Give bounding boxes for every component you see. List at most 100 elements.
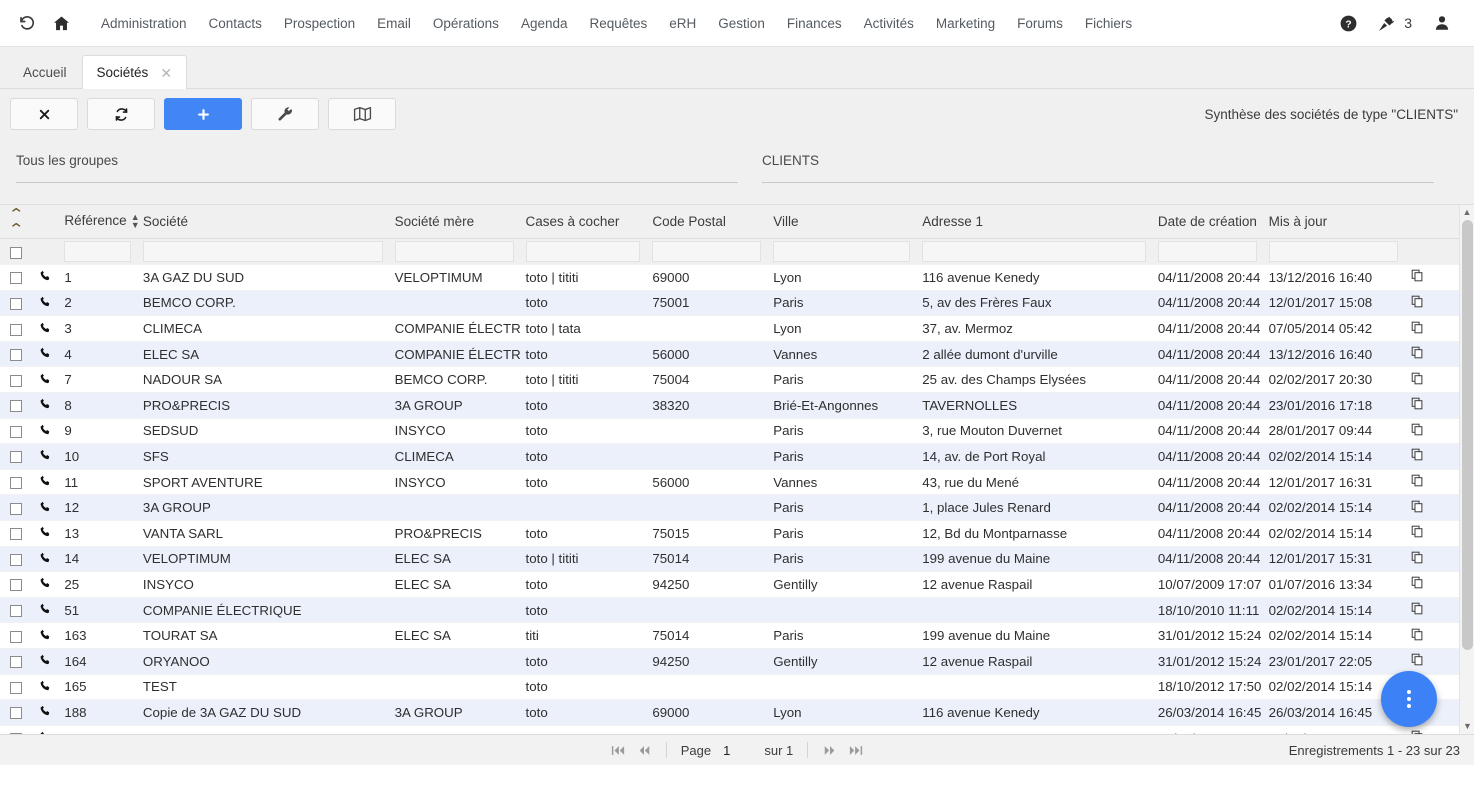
copy-icon[interactable] xyxy=(1410,627,1425,645)
row-checkbox[interactable] xyxy=(10,323,23,336)
header-cases-a-cocher[interactable]: Cases à cocher xyxy=(519,205,647,240)
copy-icon[interactable] xyxy=(1410,499,1425,517)
group-selector-all[interactable]: Tous les groupes xyxy=(16,143,738,183)
copy-icon[interactable] xyxy=(1410,345,1425,363)
row-checkbox[interactable] xyxy=(10,451,23,464)
tools-button[interactable] xyxy=(251,98,319,130)
phone-icon[interactable] xyxy=(39,578,52,592)
header-adresse[interactable]: Adresse 1 xyxy=(916,205,1152,240)
row-checkbox[interactable] xyxy=(10,528,23,541)
copy-icon[interactable] xyxy=(1410,396,1425,414)
phone-icon[interactable] xyxy=(39,501,52,516)
nav-link-requetes[interactable]: Requêtes xyxy=(578,10,658,37)
header-mis-a-jour[interactable]: Mis à jour xyxy=(1262,205,1404,240)
phone-icon[interactable] xyxy=(39,450,52,464)
header-ville[interactable]: Ville xyxy=(767,205,917,240)
filter-date-creation-input[interactable] xyxy=(1157,241,1257,263)
filter-ville-input[interactable] xyxy=(773,241,911,263)
row-checkbox[interactable] xyxy=(10,477,23,490)
phone-icon[interactable] xyxy=(39,271,52,285)
nav-link-contacts[interactable]: Contacts xyxy=(198,10,273,37)
filter-reference-input[interactable] xyxy=(64,241,131,263)
scroll-down-arrow[interactable]: ▼ xyxy=(1460,719,1474,734)
tab-societes[interactable]: Sociétés ✕ xyxy=(81,55,188,89)
phone-icon[interactable] xyxy=(39,347,52,362)
row-checkbox[interactable] xyxy=(10,349,23,362)
copy-icon[interactable] xyxy=(1410,320,1425,338)
collapse-rows-icon[interactable]: ⌃ ⌃ xyxy=(0,205,33,240)
row-checkbox[interactable] xyxy=(10,707,23,720)
table-row[interactable]: 25 INSYCO ELEC SA toto 94250 Gentilly 12 avenu… xyxy=(0,571,1459,598)
table-row[interactable]: 14 VELOPTIMUM ELEC SA toto | tititi 75014 Par… xyxy=(0,546,1459,573)
nav-link-marketing[interactable]: Marketing xyxy=(925,10,1006,37)
scroll-up-arrow[interactable]: ▲ xyxy=(1460,205,1474,220)
phone-icon[interactable] xyxy=(39,399,52,413)
table-row[interactable]: 9 SEDSUD INSYCO toto Paris 3, rue Mouton Duve… xyxy=(0,418,1459,445)
copy-icon[interactable] xyxy=(1410,447,1425,465)
header-societe-mere[interactable]: Société mère xyxy=(388,205,520,240)
phone-icon[interactable] xyxy=(39,603,52,618)
nav-link-gestion[interactable]: Gestion xyxy=(707,10,776,37)
scrollbar-thumb[interactable] xyxy=(1462,220,1473,650)
page-number-input[interactable]: 1 xyxy=(717,743,736,758)
group-selector-type[interactable]: CLIENTS xyxy=(762,143,1434,183)
phone-icon[interactable] xyxy=(39,552,52,567)
previous-page-button[interactable] xyxy=(632,739,656,761)
row-checkbox[interactable] xyxy=(10,579,23,592)
copy-icon[interactable] xyxy=(1410,268,1425,286)
nav-link-operations[interactable]: Opérations xyxy=(422,10,510,37)
first-page-button[interactable] xyxy=(606,739,630,761)
phone-icon[interactable] xyxy=(39,680,52,695)
copy-icon[interactable] xyxy=(1410,652,1425,670)
more-actions-fab[interactable] xyxy=(1381,671,1437,727)
phone-icon[interactable] xyxy=(39,424,52,439)
tab-accueil[interactable]: Accueil xyxy=(8,55,82,88)
header-reference[interactable]: Référence ▲ ▼ xyxy=(58,205,140,240)
row-checkbox[interactable] xyxy=(10,630,23,643)
row-checkbox[interactable] xyxy=(10,297,23,310)
header-date-creation[interactable]: Date de création xyxy=(1151,205,1263,240)
table-row[interactable]: 3CLIMECACOMPANIE ÉLECTRIQUtoto | tata Lyo… xyxy=(0,315,1459,342)
table-row[interactable]: 2 BEMCO CORP. toto 75001 Paris 5, av des Frèr… xyxy=(0,290,1459,317)
table-row[interactable]: 7 NADOUR SA BEMCO CORP. toto | tititi 75004 P… xyxy=(0,366,1459,393)
table-row[interactable]: 8 PRO&PRECIS 3A GROUP toto 38320 Brié-Et-Ango… xyxy=(0,392,1459,419)
filter-adresse-input[interactable] xyxy=(922,241,1146,263)
close-button[interactable] xyxy=(10,98,78,130)
table-row[interactable]: 164 ORYANOO toto 94250 Gentilly 12 avenue Ras… xyxy=(0,648,1459,675)
home-icon[interactable] xyxy=(44,6,78,40)
table-row[interactable]: 203SUPER INCCLIMECA 23/06/2014 13:2523/06… xyxy=(0,725,1459,734)
map-button[interactable] xyxy=(328,98,396,130)
refresh-button[interactable] xyxy=(87,98,155,130)
table-row[interactable]: 4ELEC SACOMPANIE ÉLECTRIQUtoto56000Vanne… xyxy=(0,341,1459,368)
vertical-scrollbar[interactable]: ▲ ▼ xyxy=(1459,205,1474,734)
phone-icon[interactable] xyxy=(39,654,52,669)
next-page-button[interactable] xyxy=(818,739,842,761)
phone-icon[interactable] xyxy=(39,475,52,490)
nav-link-activites[interactable]: Activités xyxy=(853,10,925,37)
row-checkbox[interactable] xyxy=(10,374,23,387)
table-row[interactable]: 1 3A GAZ DU SUD VELOPTIMUM toto | tititi 690… xyxy=(0,264,1459,291)
filter-mis-a-jour-input[interactable] xyxy=(1268,241,1398,263)
row-checkbox[interactable] xyxy=(10,553,23,566)
copy-icon[interactable] xyxy=(1410,524,1425,542)
filter-societe-input[interactable] xyxy=(142,241,383,263)
nav-link-finances[interactable]: Finances xyxy=(776,10,853,37)
filter-cases-input[interactable] xyxy=(525,241,641,263)
add-button[interactable] xyxy=(164,98,242,130)
tab-close-icon[interactable]: ✕ xyxy=(160,66,172,80)
phone-icon[interactable] xyxy=(39,296,52,311)
last-page-button[interactable] xyxy=(844,739,868,761)
phone-icon[interactable] xyxy=(39,629,52,644)
copy-icon[interactable] xyxy=(1410,601,1425,619)
header-societe[interactable]: Société xyxy=(136,205,389,240)
copy-icon[interactable] xyxy=(1410,422,1425,440)
table-row[interactable]: 165 TEST toto 18/10/2012 17:50 02/02/2014 15… xyxy=(0,674,1459,701)
plug-icon[interactable] xyxy=(1368,6,1404,40)
phone-icon[interactable] xyxy=(39,706,52,720)
row-checkbox[interactable] xyxy=(10,425,23,438)
copy-icon[interactable] xyxy=(1410,371,1425,389)
table-row[interactable]: 10 SFS CLIMECA toto Paris 14, av. de Port Roy… xyxy=(0,443,1459,470)
nav-link-erh[interactable]: eRH xyxy=(658,10,707,37)
history-icon[interactable] xyxy=(10,6,44,40)
nav-link-fichiers[interactable]: Fichiers xyxy=(1074,10,1143,37)
